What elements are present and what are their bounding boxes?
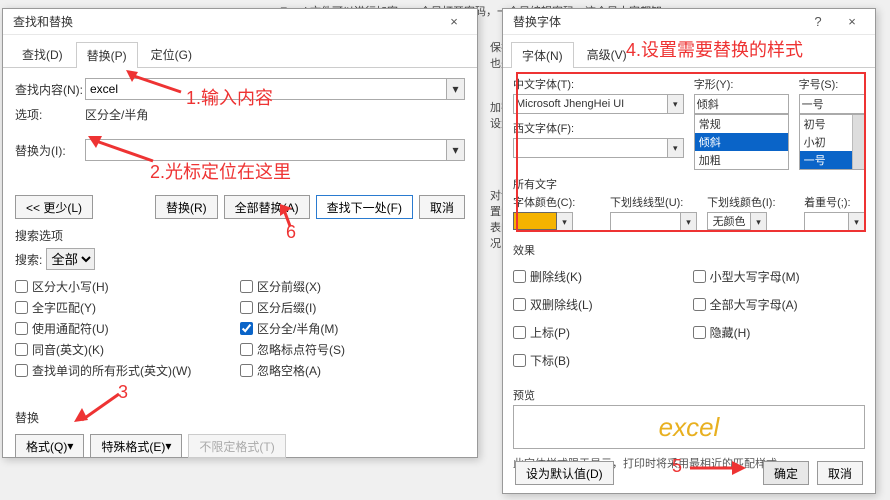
options-label: 选项: [15,106,85,123]
chk-suffix[interactable] [240,301,253,314]
chevron-down-icon[interactable]: ▾ [681,212,697,232]
chevron-down-icon[interactable]: ▾ [668,94,684,114]
zh-font-select[interactable]: Microsoft JhengHei UI [513,94,668,114]
underline-style-select[interactable] [610,212,681,232]
chk-homonym[interactable] [15,343,28,356]
fx-dstrike[interactable] [513,298,526,311]
underline-color-select[interactable]: 无颜色 [707,212,751,230]
replace-input[interactable] [85,139,447,161]
underline-style-label: 下划线线型(U): [610,194,697,210]
chk-space[interactable] [240,364,253,377]
chevron-down-icon[interactable]: ▾ [668,138,684,158]
search-scope-label: 搜索: [15,251,42,268]
chk-wildcard[interactable] [15,322,28,335]
style-input[interactable]: 倾斜 [694,94,789,114]
chk-fullhalf[interactable] [240,322,253,335]
options-value: 区分全/半角 [85,106,148,123]
find-label: 查找内容(N): [15,81,85,98]
tab-replace[interactable]: 替换(P) [76,42,138,68]
ok-button[interactable]: 确定 [763,461,809,485]
chevron-down-icon[interactable]: ▾ [751,212,767,232]
special-format-button[interactable]: 特殊格式(E) ▾ [90,434,182,458]
chevron-down-icon[interactable]: ▾ [849,212,865,232]
font-cancel-button[interactable]: 取消 [817,461,863,485]
emphasis-select[interactable] [804,212,849,232]
replace-all-button[interactable]: 全部替换(A) [224,195,310,219]
replace-button[interactable]: 替换(R) [155,195,218,219]
replace-font-dialog: 替换字体 ? × 字体(N) 高级(V) 中文字体(T): Microsoft … [502,8,876,494]
tab-advanced[interactable]: 高级(V) [576,41,638,67]
chk-case[interactable] [15,280,28,293]
format-button[interactable]: 格式(Q) ▾ [15,434,84,458]
find-input[interactable] [85,78,447,100]
close-icon[interactable]: × [437,11,471,33]
search-scope-select[interactable]: 全部 [46,248,95,270]
chk-whole[interactable] [15,301,28,314]
tab-find[interactable]: 查找(D) [11,41,74,67]
underline-color-label: 下划线颜色(I): [707,194,794,210]
help-icon[interactable]: ? [801,11,835,33]
fx-smallcaps[interactable] [693,270,706,283]
preview-text: excel [659,412,720,443]
fx-allcaps[interactable] [693,298,706,311]
less-button[interactable]: << 更少(L) [15,195,93,219]
fx-hidden[interactable] [693,326,706,339]
chevron-down-icon[interactable]: ▾ [557,212,573,232]
font-color-label: 字体颜色(C): [513,194,600,210]
replace-label: 替换为(I): [15,142,85,159]
tabs: 查找(D) 替换(P) 定位(G) [3,35,477,68]
preview-label: 预览 [513,387,865,403]
titlebar: 替换字体 ? × [503,9,875,35]
search-options-title: 搜索选项 [15,227,465,244]
find-replace-dialog: 查找和替换 × 查找(D) 替换(P) 定位(G) 查找内容(N): ▾ 选项:… [2,8,478,458]
tab-goto[interactable]: 定位(G) [140,41,203,67]
tab-font[interactable]: 字体(N) [511,42,574,68]
dialog-title: 查找和替换 [13,13,437,30]
find-history-dropdown[interactable]: ▾ [447,78,465,100]
en-font-label: 西文字体(F): [513,120,684,136]
en-font-select[interactable] [513,138,668,158]
all-text-label: 所有文字 [513,176,865,192]
find-next-button[interactable]: 查找下一处(F) [316,195,413,219]
fx-sub[interactable] [513,354,526,367]
chk-prefix[interactable] [240,280,253,293]
style-listbox[interactable]: 常规 倾斜 加粗 [694,114,789,170]
size-label: 字号(S): [799,76,865,92]
fx-strike[interactable] [513,270,526,283]
tabs: 字体(N) 高级(V) [503,35,875,68]
chk-punct[interactable] [240,343,253,356]
scrollbar[interactable] [852,115,864,169]
font-color-swatch[interactable] [513,212,557,230]
emphasis-label: 着重号(;): [804,194,865,210]
titlebar: 查找和替换 × [3,9,477,35]
style-label: 字形(Y): [694,76,789,92]
no-format-button: 不限定格式(T) [188,434,285,458]
size-input[interactable]: 一号 [799,94,865,114]
preview-box: excel [513,405,865,449]
fx-super[interactable] [513,326,526,339]
size-listbox[interactable]: 初号 小初 一号 [799,114,865,170]
replace-section-title: 替换 [15,409,465,426]
chk-allforms[interactable] [15,364,28,377]
zh-font-label: 中文字体(T): [513,76,684,92]
effects-label: 效果 [513,242,865,258]
cancel-button[interactable]: 取消 [419,195,465,219]
set-default-button[interactable]: 设为默认值(D) [515,461,614,485]
close-icon[interactable]: × [835,11,869,33]
dialog-title: 替换字体 [513,13,801,30]
replace-history-dropdown[interactable]: ▾ [447,139,465,161]
